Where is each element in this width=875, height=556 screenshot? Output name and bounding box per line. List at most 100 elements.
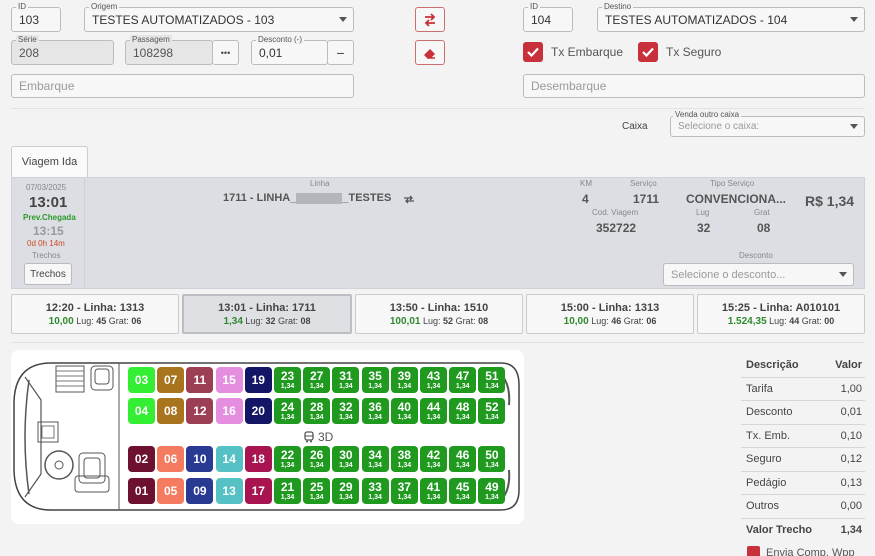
trip-option-price: 10,00 [563, 315, 589, 327]
desconto-select-label: Desconto [739, 251, 773, 260]
seat-12[interactable]: 12 [186, 398, 214, 424]
seat-42[interactable]: 42 1,34 [420, 446, 447, 472]
seat-51[interactable]: 51 1,34 [478, 367, 506, 393]
seat-28[interactable]: 28 1,34 [303, 398, 331, 424]
seat-26[interactable]: 26 1,34 [303, 446, 331, 472]
seat-22[interactable]: 22 1,34 [274, 446, 301, 472]
seat-44[interactable]: 44 1,34 [420, 398, 447, 424]
seat-47[interactable]: 47 1,34 [449, 367, 477, 393]
trechos-button[interactable]: Trechos [24, 263, 72, 285]
seat-41[interactable]: 41 1,34 [420, 478, 447, 504]
summary-row-value: 0,01 [840, 406, 862, 419]
summary-row-value: 0,00 [840, 500, 862, 513]
seat-number: 50 [485, 448, 499, 462]
seat-14[interactable]: 14 [215, 446, 243, 472]
seat-24[interactable]: 24 1,34 [274, 398, 301, 424]
seat-52[interactable]: 52 1,34 [478, 398, 506, 424]
seat-11[interactable]: 11 [186, 367, 214, 393]
seat-34[interactable]: 34 1,34 [361, 446, 389, 472]
seat-07[interactable]: 07 [157, 367, 185, 393]
seat-price: 1,34 [280, 494, 295, 501]
seat-03[interactable]: 03 [128, 367, 155, 393]
seat-45[interactable]: 45 1,34 [449, 478, 477, 504]
seat-33[interactable]: 33 1,34 [361, 478, 389, 504]
seat-43[interactable]: 43 1,34 [420, 367, 447, 393]
summary-row-value: 0,12 [840, 453, 862, 466]
summary-row-label: Tarifa [746, 382, 773, 395]
seat-48[interactable]: 48 1,34 [449, 398, 477, 424]
seat-09[interactable]: 09 [186, 478, 214, 504]
tx-embarque-checkbox[interactable] [523, 42, 543, 62]
seat-number: 09 [193, 484, 207, 498]
seat-39[interactable]: 39 1,34 [390, 367, 418, 393]
seat-19[interactable]: 19 [244, 367, 272, 393]
seat-02[interactable]: 02 [128, 446, 155, 472]
summary-row-label: Pedágio [746, 476, 787, 489]
seat-05[interactable]: 05 [157, 478, 185, 504]
seat-18[interactable]: 18 [244, 446, 272, 472]
desconto-minus-button[interactable]: − [327, 40, 354, 65]
seat-number: 17 [251, 484, 265, 498]
seat-50[interactable]: 50 1,34 [478, 446, 506, 472]
seat-27[interactable]: 27 1,34 [303, 367, 331, 393]
trip-option-grat-label: Grat: [455, 315, 476, 326]
seat-01[interactable]: 01 [128, 478, 155, 504]
trip-option[interactable]: 15:25 - Linha: A010101 1.524,35 Lug: 44 G… [697, 294, 865, 334]
trip-option-lug-label: Lug: [591, 315, 609, 326]
seat-10[interactable]: 10 [186, 446, 214, 472]
desembarque-input[interactable]: Desembarque [523, 74, 865, 98]
seat-price: 1,34 [485, 383, 499, 390]
divider [11, 108, 865, 109]
summary-total-label: Valor Trecho [746, 524, 813, 537]
seat-15[interactable]: 15 [215, 367, 243, 393]
seat-number: 08 [164, 404, 178, 418]
seat-30[interactable]: 30 1,34 [332, 446, 360, 472]
trip-option-details: 1.524,35 Lug: 44 Grat: 00 [728, 316, 835, 327]
seat-number: 19 [251, 373, 265, 387]
seat-13[interactable]: 13 [215, 478, 243, 504]
desconto-select[interactable]: Selecione o desconto... [663, 263, 854, 286]
seat-20[interactable]: 20 [244, 398, 272, 424]
seat-38[interactable]: 38 1,34 [390, 446, 418, 472]
seat-46[interactable]: 46 1,34 [449, 446, 477, 472]
trip-option[interactable]: 13:01 - Linha: 1711 1,34 Lug: 32 Grat: 08 [182, 294, 352, 334]
seat-08[interactable]: 08 [157, 398, 185, 424]
origem-label: Origem [89, 2, 120, 11]
seat-31[interactable]: 31 1,34 [332, 367, 360, 393]
swap-button[interactable] [415, 7, 445, 32]
seat-23[interactable]: 23 1,34 [274, 367, 301, 393]
seat-06[interactable]: 06 [157, 446, 185, 472]
repeat-icon[interactable] [403, 194, 415, 205]
envia-comp-wpp-checkbox[interactable]: Envia Comp. Wpp [747, 546, 855, 556]
seat-number: 20 [251, 404, 265, 418]
seat-40[interactable]: 40 1,34 [390, 398, 418, 424]
arrival-time: 13:15 [33, 224, 64, 238]
seat-number: 07 [164, 373, 178, 387]
clear-button[interactable] [415, 40, 445, 65]
passagem-more-button[interactable]: ••• [212, 40, 239, 65]
seat-25[interactable]: 25 1,34 [303, 478, 331, 504]
seat-21[interactable]: 21 1,34 [274, 478, 301, 504]
seat-04[interactable]: 04 [128, 398, 155, 424]
chevron-down-icon [339, 17, 347, 22]
seat-36[interactable]: 36 1,34 [361, 398, 389, 424]
summary-row: Seguro 0,12 [741, 448, 865, 472]
seat-16[interactable]: 16 [215, 398, 243, 424]
seat-35[interactable]: 35 1,34 [361, 367, 389, 393]
seat-17[interactable]: 17 [244, 478, 272, 504]
destino-select[interactable]: TESTES AUTOMATIZADOS - 104 [597, 7, 865, 32]
seat-37[interactable]: 37 1,34 [390, 478, 418, 504]
checkbox-icon [747, 546, 760, 556]
caixa-select[interactable]: Selecione o caixa: [670, 116, 865, 137]
seat-49[interactable]: 49 1,34 [478, 478, 506, 504]
seat-32[interactable]: 32 1,34 [332, 398, 360, 424]
trip-option[interactable]: 13:50 - Linha: 1510 100,01 Lug: 52 Grat: … [355, 294, 523, 334]
seat-29[interactable]: 29 1,34 [332, 478, 360, 504]
trip-option[interactable]: 12:20 - Linha: 1313 10,00 Lug: 45 Grat: 0… [11, 294, 179, 334]
km-label: KM [580, 179, 592, 188]
tx-seguro-checkbox[interactable] [638, 42, 658, 62]
embarque-input[interactable]: Embarque [11, 74, 354, 98]
origem-select[interactable]: TESTES AUTOMATIZADOS - 103 [84, 7, 354, 32]
tab-viagem-ida[interactable]: Viagem Ida [11, 146, 88, 177]
trip-option[interactable]: 15:00 - Linha: 1313 10,00 Lug: 46 Grat: 0… [526, 294, 694, 334]
